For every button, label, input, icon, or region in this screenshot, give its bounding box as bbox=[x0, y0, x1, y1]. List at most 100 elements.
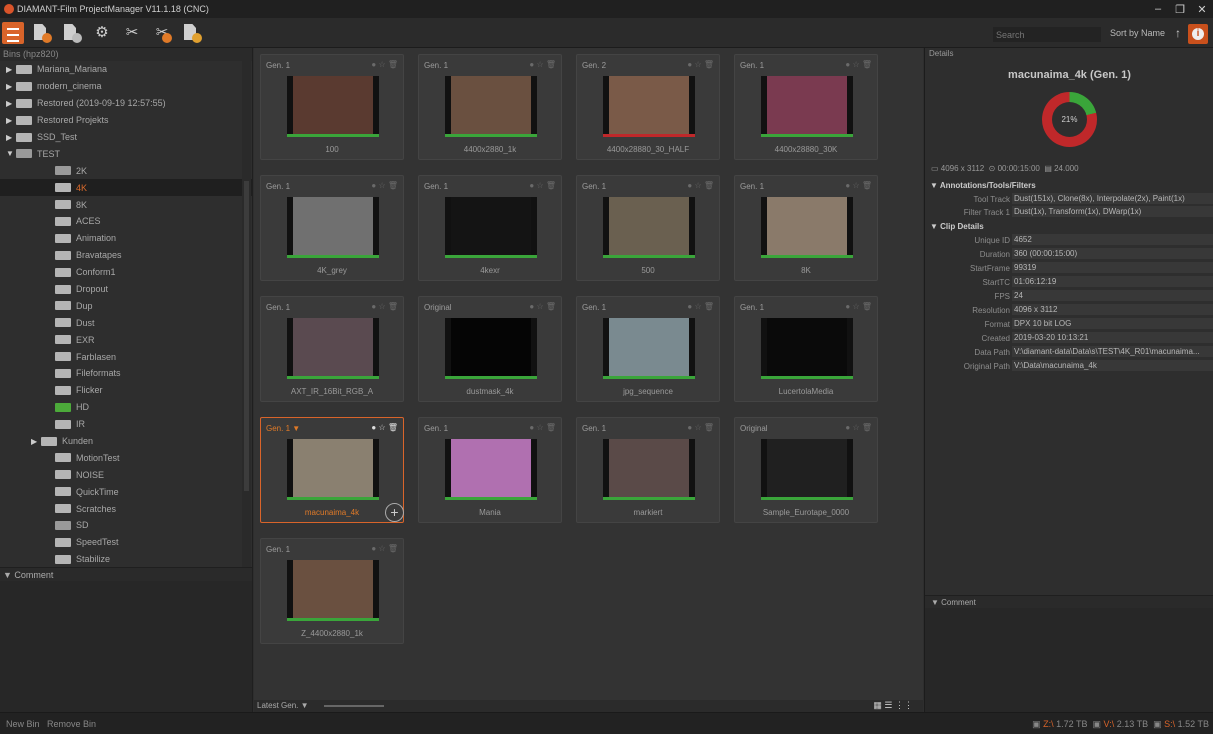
clip-thumbnail[interactable] bbox=[287, 318, 379, 376]
bin-item[interactable]: ▶ SSD_Test bbox=[0, 129, 252, 146]
generation-label[interactable]: Original bbox=[424, 303, 452, 312]
generation-label[interactable]: Original bbox=[740, 424, 768, 433]
generation-label[interactable]: Gen. 1 bbox=[266, 61, 290, 70]
clip-card[interactable]: Gen. 1 ● ☆ 🗑 8K bbox=[734, 175, 878, 281]
clip-thumbnail[interactable] bbox=[603, 318, 695, 376]
clip-card[interactable]: Gen. 1 ● ☆ 🗑 100 bbox=[260, 54, 404, 160]
bin-item[interactable]: ACES bbox=[0, 213, 252, 230]
expand-arrow-icon[interactable]: ▶ bbox=[6, 65, 16, 74]
generation-label[interactable]: Gen. 1 bbox=[740, 182, 764, 191]
generation-label[interactable]: Gen. 1 bbox=[582, 182, 606, 191]
generation-label[interactable]: Gen. 1 bbox=[424, 424, 448, 433]
bin-item[interactable]: Dropout bbox=[0, 281, 252, 298]
clip-thumbnail[interactable] bbox=[287, 439, 379, 497]
remove-bin-button[interactable]: Remove Bin bbox=[47, 719, 96, 729]
generation-label[interactable]: Gen. 1 bbox=[266, 303, 290, 312]
settings-tools-icon[interactable]: ⚙ bbox=[91, 23, 113, 43]
clip-thumbnail[interactable] bbox=[603, 439, 695, 497]
add-generation-button[interactable]: + bbox=[385, 503, 404, 522]
clip-thumbnail[interactable] bbox=[445, 197, 537, 255]
bin-item[interactable]: Dust bbox=[0, 314, 252, 331]
bin-item[interactable]: SpeedTest bbox=[0, 534, 252, 551]
info-button[interactable]: i bbox=[1188, 24, 1208, 44]
star-delete-icons[interactable]: ● ☆ 🗑 bbox=[371, 60, 398, 69]
bin-item[interactable]: Bravatapes bbox=[0, 247, 252, 264]
star-delete-icons[interactable]: ● ☆ 🗑 bbox=[687, 302, 714, 311]
bin-item[interactable]: ▶ Kunden bbox=[0, 433, 252, 450]
details-comment-header[interactable]: ▼ Comment bbox=[925, 595, 1213, 608]
bin-item[interactable]: Farblasen bbox=[0, 348, 252, 365]
menu-icon[interactable] bbox=[2, 22, 24, 44]
generation-label[interactable]: Gen. 1 bbox=[740, 61, 764, 70]
clip-card[interactable]: Gen. 1 ▼ ● ☆ 🗑 macunaima_4k bbox=[260, 417, 404, 523]
generation-label[interactable]: Gen. 1 bbox=[266, 182, 290, 191]
bins-comment-header[interactable]: ▼ Comment bbox=[0, 567, 252, 581]
clip-thumbnail[interactable] bbox=[761, 197, 853, 255]
bins-comment-area[interactable] bbox=[0, 581, 252, 712]
clip-thumbnail[interactable] bbox=[445, 318, 537, 376]
star-delete-icons[interactable]: ● ☆ 🗑 bbox=[371, 181, 398, 190]
bin-item[interactable]: Dup bbox=[0, 297, 252, 314]
open-project-icon[interactable] bbox=[61, 23, 83, 43]
star-delete-icons[interactable]: ● ☆ 🗑 bbox=[529, 181, 556, 190]
clip-thumbnail[interactable] bbox=[287, 76, 379, 134]
star-delete-icons[interactable]: ● ☆ 🗑 bbox=[687, 181, 714, 190]
bin-item[interactable]: Scratches bbox=[0, 500, 252, 517]
clip-thumbnail[interactable] bbox=[287, 560, 379, 618]
view-mode-icons[interactable]: ▦ ☰ ⋮⋮ bbox=[873, 700, 913, 711]
bin-item[interactable]: Stabilize bbox=[0, 551, 252, 567]
clip-thumbnail[interactable] bbox=[761, 318, 853, 376]
clip-card[interactable]: Gen. 1 ● ☆ 🗑 Mania bbox=[418, 417, 562, 523]
generation-label[interactable]: Gen. 1 bbox=[582, 424, 606, 433]
generation-label[interactable]: Gen. 1 bbox=[582, 303, 606, 312]
bin-item[interactable]: Conform1 bbox=[0, 264, 252, 281]
export-doc-icon[interactable] bbox=[181, 23, 203, 43]
expand-arrow-icon[interactable]: ▶ bbox=[6, 116, 16, 125]
generation-label[interactable]: Gen. 1 bbox=[424, 182, 448, 191]
bin-item[interactable]: IR bbox=[0, 416, 252, 433]
bin-item[interactable]: ▼ TEST bbox=[0, 145, 252, 162]
bin-item[interactable]: ▶ Mariana_Mariana bbox=[0, 61, 252, 78]
clip-thumbnail[interactable] bbox=[445, 76, 537, 134]
annotations-section[interactable]: ▼ Annotations/Tools/Filters bbox=[930, 181, 1036, 190]
expand-arrow-icon[interactable]: ▶ bbox=[6, 133, 16, 142]
details-comment-area[interactable] bbox=[925, 608, 1213, 712]
sort-by-dropdown[interactable]: Sort by Name bbox=[1110, 28, 1165, 38]
clip-card[interactable]: Gen. 1 ● ☆ 🗑 LucertolaMedia bbox=[734, 296, 878, 402]
bin-item[interactable]: MotionTest bbox=[0, 449, 252, 466]
bin-item[interactable]: QuickTime bbox=[0, 483, 252, 500]
star-delete-icons[interactable]: ● ☆ 🗑 bbox=[845, 181, 872, 190]
clip-card[interactable]: Gen. 1 ● ☆ 🗑 4kexr bbox=[418, 175, 562, 281]
star-delete-icons[interactable]: ● ☆ 🗑 bbox=[529, 423, 556, 432]
clip-card[interactable]: Gen. 1 ● ☆ 🗑 500 bbox=[576, 175, 720, 281]
bin-item[interactable]: Flicker bbox=[0, 382, 252, 399]
generation-label[interactable]: Gen. 1 ▼ bbox=[266, 424, 300, 433]
star-delete-icons[interactable]: ● ☆ 🗑 bbox=[845, 423, 872, 432]
maximize-button[interactable]: ❐ bbox=[1169, 3, 1191, 16]
new-bin-button[interactable]: New Bin bbox=[6, 719, 40, 729]
generation-label[interactable]: Gen. 1 bbox=[740, 303, 764, 312]
bin-item[interactable]: EXR bbox=[0, 331, 252, 348]
bin-item[interactable]: Animation bbox=[0, 230, 252, 247]
clip-thumbnail[interactable] bbox=[761, 76, 853, 134]
star-delete-icons[interactable]: ● ☆ 🗑 bbox=[371, 302, 398, 311]
bin-item[interactable]: ▶ Restored (2019-09-19 12:57:55) bbox=[0, 95, 252, 112]
clip-card[interactable]: Gen. 1 ● ☆ 🗑 4400x28880_30K bbox=[734, 54, 878, 160]
expand-arrow-icon[interactable]: ▶ bbox=[6, 99, 16, 108]
star-delete-icons[interactable]: ● ☆ 🗑 bbox=[845, 302, 872, 311]
thumbnail-size-slider[interactable] bbox=[324, 705, 384, 707]
tools-icon[interactable]: ✂ bbox=[121, 23, 143, 43]
new-project-icon[interactable] bbox=[31, 23, 53, 43]
clip-card[interactable]: Gen. 1 ● ☆ 🗑 markiert bbox=[576, 417, 720, 523]
expand-arrow-icon[interactable]: ▶ bbox=[6, 82, 16, 91]
bin-item[interactable]: 4K bbox=[0, 179, 252, 197]
bin-item[interactable]: 2K bbox=[0, 162, 252, 179]
clip-details-section[interactable]: ▼ Clip Details bbox=[930, 222, 984, 231]
clip-card[interactable]: Original ● ☆ 🗑 dustmask_4k bbox=[418, 296, 562, 402]
clip-thumbnail[interactable] bbox=[603, 197, 695, 255]
close-button[interactable]: ✕ bbox=[1191, 3, 1213, 16]
tools-remove-icon[interactable]: ✂ bbox=[151, 23, 173, 43]
clip-card[interactable]: Gen. 1 ● ☆ 🗑 4K_grey bbox=[260, 175, 404, 281]
clip-card[interactable]: Gen. 1 ● ☆ 🗑 AXT_IR_16Bit_RGB_A bbox=[260, 296, 404, 402]
star-delete-icons[interactable]: ● ☆ 🗑 bbox=[529, 302, 556, 311]
